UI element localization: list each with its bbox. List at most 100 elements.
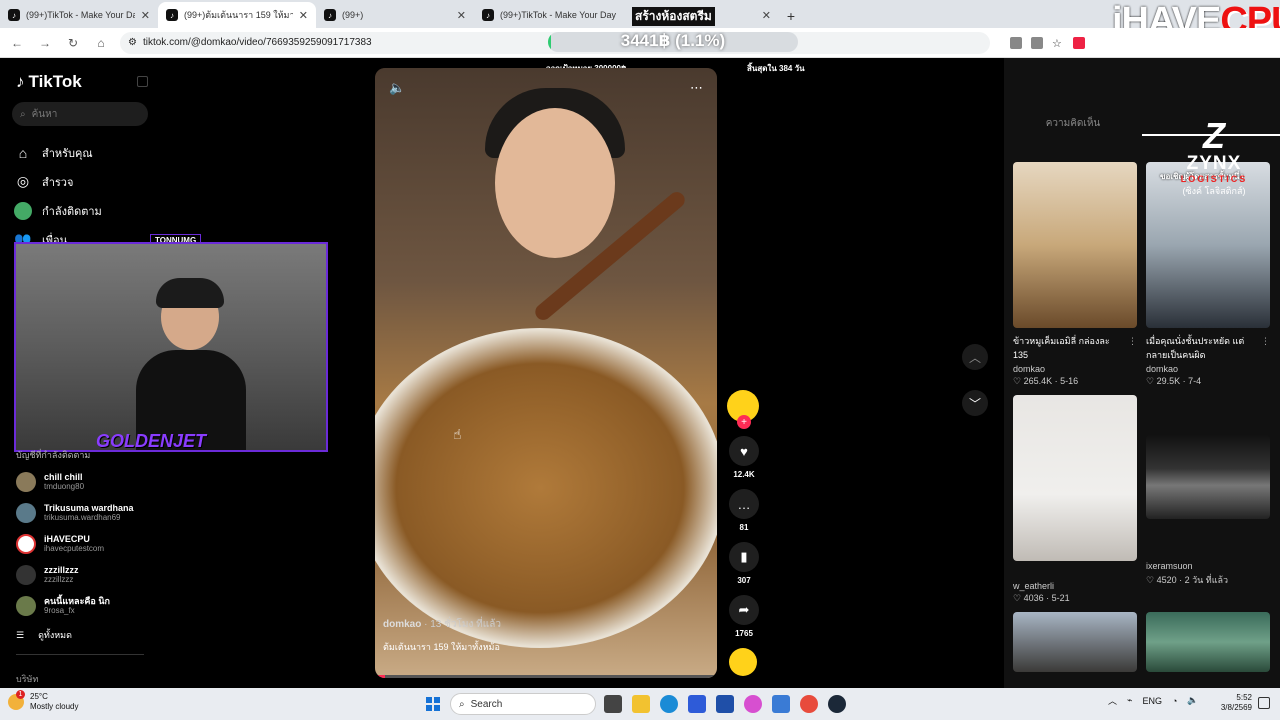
- following-account[interactable]: คนนี้แหละคือ นิก 9rosa_fx: [16, 590, 156, 621]
- video-card-author[interactable]: domkao: [1013, 364, 1137, 374]
- browser-tab[interactable]: ♪ (99+)TikTok - Make Your Day ook ✕: [474, 2, 779, 28]
- close-tab-icon[interactable]: ✕: [457, 9, 466, 22]
- tiktok-logo[interactable]: ♪ TikTok: [16, 72, 82, 92]
- vscode-icon[interactable]: [688, 695, 706, 713]
- video-card[interactable]: w_eatherli ♡ 4036 · 5-21: [1013, 395, 1137, 604]
- copilot-icon[interactable]: [744, 695, 762, 713]
- app-icon[interactable]: [772, 695, 790, 713]
- cast-icon[interactable]: [1031, 36, 1043, 49]
- more-icon[interactable]: ⋮: [1128, 334, 1137, 348]
- reload-icon[interactable]: ↻: [64, 34, 82, 52]
- video-author[interactable]: domkao: [383, 619, 421, 630]
- home-icon[interactable]: ⌂: [92, 34, 110, 52]
- notification-icon[interactable]: [1258, 697, 1270, 709]
- account-handle: tmduong80: [44, 482, 85, 491]
- system-clock[interactable]: 5:52 3/8/2569: [1200, 693, 1252, 713]
- close-tab-icon[interactable]: ✕: [141, 9, 150, 22]
- following-account[interactable]: iHAVECPU ihavecputestcom: [16, 528, 156, 559]
- video-nav-arrows: ︿ ﹀: [962, 344, 988, 436]
- browser-tab[interactable]: ♪ (99+) ✕: [316, 2, 474, 28]
- store-icon[interactable]: [716, 695, 734, 713]
- site-info-icon[interactable]: ⚙: [128, 37, 137, 48]
- video-thumbnail[interactable]: [1146, 435, 1270, 519]
- video-person-face: [495, 108, 615, 258]
- goal-remaining-label: สิ้นสุดใน 384 วัน: [747, 64, 805, 73]
- video-thumbnail[interactable]: [1013, 612, 1137, 672]
- video-progress-fill: [375, 675, 386, 678]
- card-title-text: ข้าวหมูเค็มเอมิลี่ กล่องละ 135: [1013, 336, 1110, 360]
- volume-icon[interactable]: 🔈: [1187, 695, 1198, 706]
- tab-comments[interactable]: ความคิดเห็น: [1004, 112, 1142, 136]
- browser-tab[interactable]: ♪ (99+)TikTok - Make Your Day ✕: [0, 2, 158, 28]
- previous-video-icon[interactable]: ︿: [962, 344, 988, 370]
- close-tab-icon[interactable]: ✕: [762, 9, 771, 22]
- video-card[interactable]: ข้าวหมูเค็มเอมิลี่ กล่องละ 135 ⋮ domkao ♡…: [1013, 162, 1137, 387]
- comment-icon[interactable]: …: [729, 489, 759, 519]
- next-video-icon[interactable]: ﹀: [962, 390, 988, 416]
- video-grid: ข้าวหมูเค็มเอมิลี่ กล่องละ 135 ⋮ domkao ♡…: [1013, 162, 1271, 680]
- sidebar-item-explore[interactable]: ◎ สำรวจ: [14, 167, 154, 196]
- file-explorer-icon[interactable]: [632, 695, 650, 713]
- creator-avatar[interactable]: +: [727, 390, 759, 429]
- video-card-stats: ♡ 4036 · 5-21: [1013, 593, 1070, 603]
- language-indicator[interactable]: ENG: [1142, 696, 1162, 706]
- share-icon[interactable]: ➦: [729, 595, 759, 625]
- network-icon[interactable]: ⌁: [1127, 695, 1132, 706]
- search-input[interactable]: ⌕ ค้นหา: [12, 102, 148, 126]
- sponsor-mark: Z: [1203, 115, 1225, 156]
- video-thumbnail[interactable]: [1013, 162, 1137, 328]
- sidebar-item-following[interactable]: กำลังติดตาม: [14, 196, 154, 225]
- video-card[interactable]: [1146, 612, 1270, 672]
- translate-icon[interactable]: [1010, 36, 1022, 49]
- sponsor-name: ZYNX: [1186, 153, 1242, 174]
- video-card[interactable]: ixeramsuon ♡ 4520 · 2 วัน ที่แล้ว: [1146, 395, 1270, 604]
- edge-icon[interactable]: [660, 695, 678, 713]
- taskbar-search[interactable]: ⌕ Search: [450, 693, 596, 715]
- heart-icon[interactable]: ♥: [729, 436, 759, 466]
- close-tab-icon[interactable]: ✕: [299, 9, 308, 22]
- music-disc-icon[interactable]: [729, 648, 757, 676]
- browser-tab-active[interactable]: ♪ (99+)ต้มเต้นนารา 159 ให้มาทั้งหม้อ ✕: [158, 2, 316, 28]
- share-action[interactable]: ➦ 1765: [727, 595, 761, 638]
- task-view-icon[interactable]: [604, 695, 622, 713]
- following-account[interactable]: chill chill tmduong80: [16, 466, 156, 497]
- video-card-author[interactable]: domkao: [1146, 364, 1270, 374]
- video-card-author[interactable]: ixeramsuon: [1146, 561, 1270, 571]
- like-action[interactable]: ♥ 12.4K: [727, 436, 761, 479]
- steam-icon[interactable]: [828, 695, 846, 713]
- chevron-up-icon[interactable]: ︿: [1108, 694, 1117, 707]
- following-account[interactable]: Trikusuma wardhana trikusuma.wardhan69: [16, 497, 156, 528]
- collapse-sidebar-icon[interactable]: [137, 76, 148, 87]
- company-link[interactable]: บริษัท: [16, 672, 38, 686]
- following-account[interactable]: zzzillzzz zzzillzzz: [16, 559, 156, 590]
- video-player[interactable]: 🔈 ⋯ domkao · 13 ชั่วโมง ที่แล้ว ต้มเต้นน…: [375, 68, 717, 678]
- sidebar-item-for-you[interactable]: ⌂ สำหรับคุณ: [14, 138, 154, 167]
- follow-plus-icon[interactable]: +: [737, 415, 751, 429]
- video-card-author[interactable]: w_eatherli: [1013, 581, 1137, 591]
- back-icon[interactable]: ←: [8, 34, 26, 52]
- more-options-icon[interactable]: ⋯: [690, 80, 703, 96]
- save-action[interactable]: ▮ 307: [727, 542, 761, 585]
- video-card-title: ข้าวหมูเค็มเอมิลี่ กล่องละ 135 ⋮: [1013, 334, 1137, 362]
- forward-icon[interactable]: →: [36, 34, 54, 52]
- video-top-controls: 🔈 ⋯: [375, 68, 717, 108]
- video-progress-bar[interactable]: [375, 675, 717, 678]
- windows-start-icon[interactable]: [426, 697, 440, 711]
- see-all-button[interactable]: ☰ ดูทั้งหมด: [16, 628, 72, 642]
- weather-widget[interactable]: 1 25°C Mostly cloudy: [8, 690, 78, 712]
- more-icon[interactable]: ⋮: [1261, 334, 1270, 348]
- wifi-icon[interactable]: ◔: [1172, 696, 1177, 706]
- video-card[interactable]: [1013, 612, 1137, 672]
- video-thumbnail[interactable]: [1013, 395, 1137, 561]
- account-handle: ihavecputestcom: [44, 544, 105, 553]
- bookmark-icon[interactable]: ▮: [729, 542, 759, 572]
- bookmark-star-icon[interactable]: ☆: [1052, 37, 1064, 50]
- weather-icon: 1: [8, 690, 25, 710]
- new-tab-button[interactable]: +: [779, 4, 803, 28]
- extension-icon[interactable]: [1073, 36, 1085, 49]
- volume-icon[interactable]: 🔈: [389, 80, 405, 96]
- comment-action[interactable]: … 81: [727, 489, 761, 532]
- donation-amount: 3441฿ (1.1%): [620, 31, 726, 50]
- chrome-icon[interactable]: [800, 695, 818, 713]
- video-thumbnail[interactable]: [1146, 612, 1270, 672]
